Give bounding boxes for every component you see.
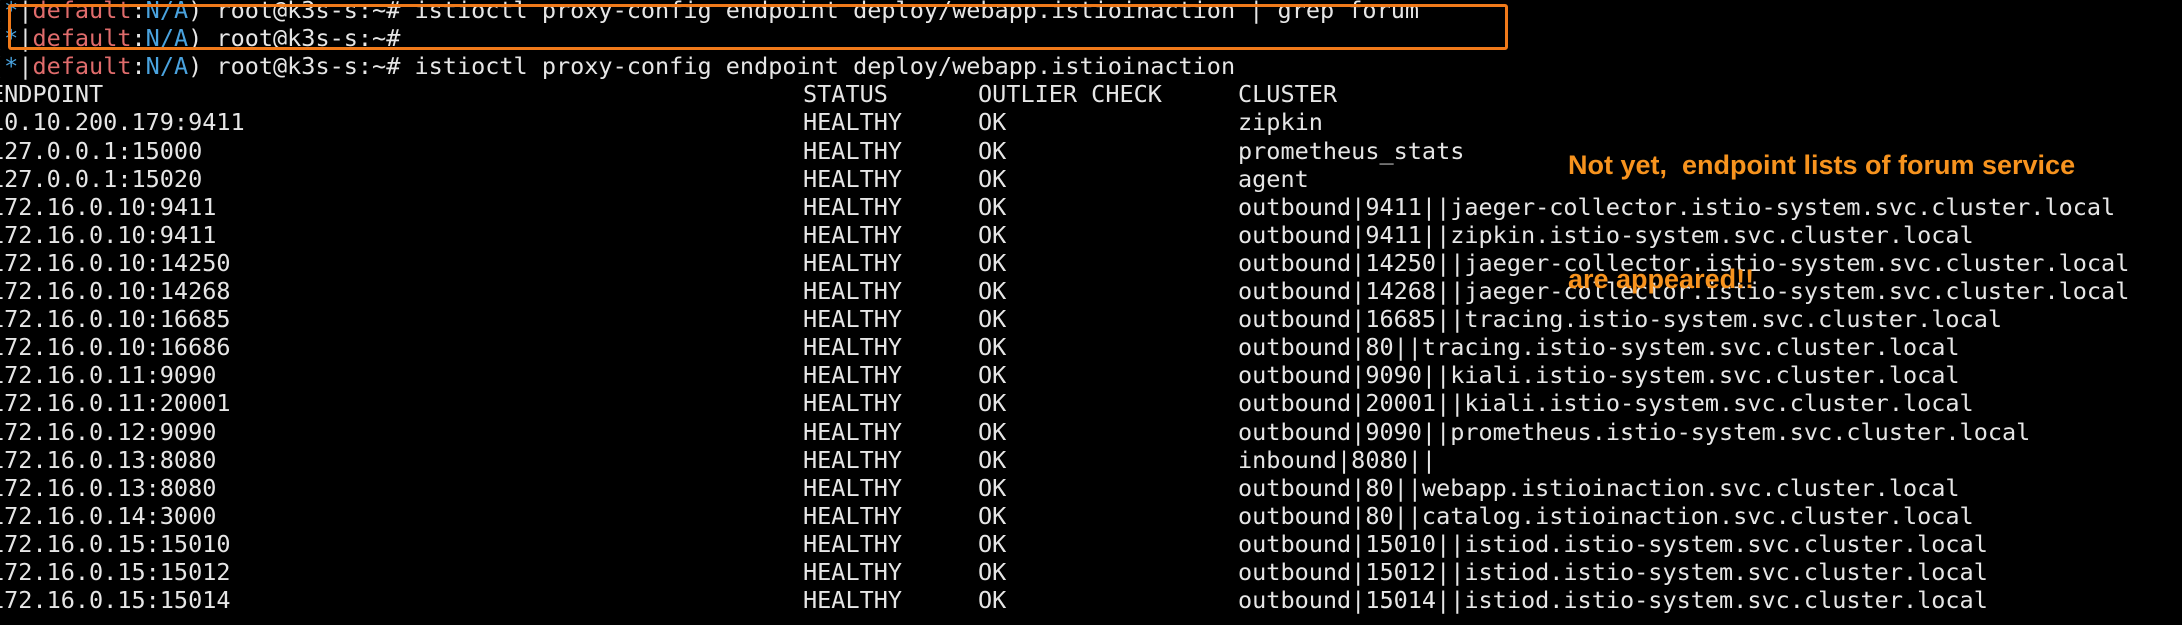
outlier-check-cell: OK: [978, 305, 1007, 334]
endpoint-cell: 172.16.0.12:9090: [0, 417, 217, 446]
endpoint-cell: 172.16.0.15:15012: [0, 558, 231, 586]
endpoint-cell: 172.16.0.13:8080: [0, 473, 217, 502]
prompt-line: (*|default:N/A) root@k3s-s:~# istioctl p…: [0, 52, 1235, 80]
header-outlier-check: OUTLIER CHECK: [978, 80, 1162, 109]
endpoint-cell: 172.16.0.15:15014: [0, 586, 231, 615]
annotation-line-2: are appeared!!: [1568, 264, 1755, 294]
status-cell: HEALTHY: [803, 473, 903, 502]
endpoint-cell: 172.16.0.10:14250: [0, 248, 231, 277]
annotation-callout: Not yet, endpoint lists of forum service…: [1568, 70, 2168, 336]
endpoint-cell: 172.16.0.10:9411: [0, 192, 217, 221]
cluster-cell: outbound|20001||kiali.istio-system.svc.c…: [1238, 389, 1974, 418]
status-cell: HEALTHY: [803, 248, 903, 277]
status-cell: HEALTHY: [803, 417, 903, 446]
header-cluster: CLUSTER: [1238, 80, 1338, 109]
cluster-cell: zipkin: [1238, 108, 1323, 137]
outlier-check-cell: OK: [978, 108, 1007, 137]
endpoint-cell: 172.16.0.10:14268: [0, 277, 231, 305]
status-cell: HEALTHY: [803, 108, 903, 137]
outlier-check-cell: OK: [978, 473, 1007, 502]
outlier-check-cell: OK: [978, 417, 1007, 446]
status-cell: HEALTHY: [803, 164, 903, 193]
endpoint-cell: 172.16.0.10:16685: [0, 305, 231, 334]
outlier-check-cell: OK: [978, 136, 1007, 165]
cluster-cell: outbound|9090||kiali.istio-system.svc.cl…: [1238, 361, 1960, 390]
outlier-check-cell: OK: [978, 277, 1007, 305]
outlier-check-cell: OK: [978, 164, 1007, 193]
endpoint-cell: 172.16.0.11:20001: [0, 389, 231, 418]
endpoint-cell: 172.16.0.10:16686: [0, 333, 231, 362]
outlier-check-cell: OK: [978, 192, 1007, 221]
endpoint-cell: 172.16.0.10:9411: [0, 220, 217, 249]
cluster-cell: prometheus_stats: [1238, 136, 1465, 165]
outlier-check-cell: OK: [978, 501, 1007, 530]
status-cell: HEALTHY: [803, 220, 903, 249]
outlier-check-cell: OK: [978, 529, 1007, 558]
outlier-check-cell: OK: [978, 445, 1007, 474]
cluster-cell: outbound|80||tracing.istio-system.svc.cl…: [1238, 333, 1960, 362]
prompt-context: default: [32, 52, 132, 81]
status-cell: HEALTHY: [803, 333, 903, 362]
status-cell: HEALTHY: [803, 389, 903, 418]
header-status: STATUS: [803, 80, 888, 109]
header-endpoint: ENDPOINT: [0, 80, 104, 109]
cluster-cell: outbound|9090||prometheus.istio-system.s…: [1238, 417, 2031, 446]
cluster-cell: agent: [1238, 164, 1309, 193]
prompt-pipe: |: [18, 52, 33, 81]
cluster-cell: outbound|80||catalog.istioinaction.svc.c…: [1238, 501, 1974, 530]
status-cell: HEALTHY: [803, 501, 903, 530]
outlier-check-cell: OK: [978, 558, 1007, 586]
status-cell: HEALTHY: [803, 558, 903, 586]
cluster-cell: outbound|15010||istiod.istio-system.svc.…: [1238, 529, 1988, 558]
status-cell: HEALTHY: [803, 445, 903, 474]
endpoint-cell: 172.16.0.14:3000: [0, 501, 217, 530]
status-cell: HEALTHY: [803, 305, 903, 334]
highlight-box: [8, 4, 1508, 50]
endpoint-cell: 127.0.0.1:15000: [0, 136, 203, 165]
outlier-check-cell: OK: [978, 389, 1007, 418]
outlier-check-cell: OK: [978, 333, 1007, 362]
endpoint-cell: 172.16.0.15:15010: [0, 529, 231, 558]
prompt-host: ) root@k3s-s:~#: [188, 52, 401, 81]
outlier-check-cell: OK: [978, 220, 1007, 249]
cluster-cell: outbound|15014||istiod.istio-system.svc.…: [1238, 586, 1988, 615]
endpoint-cell: 172.16.0.11:9090: [0, 361, 217, 390]
prompt-star: *: [4, 52, 19, 81]
cluster-cell: outbound|80||webapp.istioinaction.svc.cl…: [1238, 473, 1960, 502]
status-cell: HEALTHY: [803, 586, 903, 615]
status-cell: HEALTHY: [803, 529, 903, 558]
status-cell: HEALTHY: [803, 277, 903, 305]
prompt-namespace: N/A: [145, 52, 189, 81]
status-cell: HEALTHY: [803, 361, 903, 390]
outlier-check-cell: OK: [978, 248, 1007, 277]
command-text: istioctl proxy-config endpoint deploy/we…: [400, 52, 1236, 81]
cluster-cell: inbound|8080||: [1238, 445, 1437, 474]
status-cell: HEALTHY: [803, 192, 903, 221]
prompt-colon: :: [131, 52, 146, 81]
cluster-cell: outbound|15012||istiod.istio-system.svc.…: [1238, 558, 1988, 586]
endpoint-cell: 127.0.0.1:15020: [0, 164, 203, 193]
endpoint-cell: 172.16.0.13:8080: [0, 445, 217, 474]
outlier-check-cell: OK: [978, 586, 1007, 615]
status-cell: HEALTHY: [803, 136, 903, 165]
annotation-line-1: Not yet, endpoint lists of forum service: [1568, 150, 2076, 180]
outlier-check-cell: OK: [978, 361, 1007, 390]
endpoint-cell: 10.10.200.179:9411: [0, 108, 245, 137]
